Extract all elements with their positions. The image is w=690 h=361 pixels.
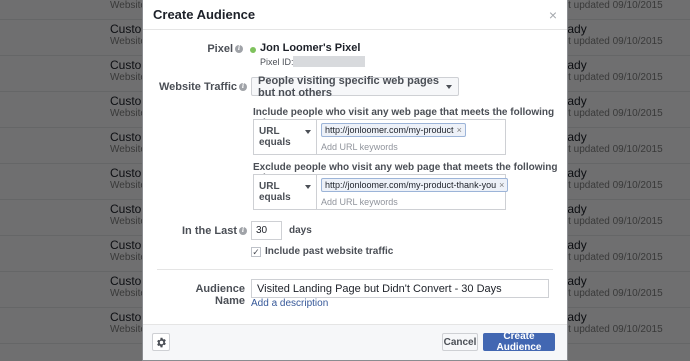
create-audience-button[interactable]: Create Audience	[483, 331, 555, 353]
exclude-url-token-label: http://jonloomer.com/my-product-thank-yo…	[325, 180, 497, 190]
remove-token-icon[interactable]: ×	[457, 125, 462, 135]
pixel-name: Jon Loomer's Pixel	[260, 42, 361, 54]
chevron-down-icon	[305, 185, 311, 189]
website-traffic-label-row: Website Traffic i	[153, 81, 247, 93]
include-past-traffic-checkbox[interactable]: ✓	[251, 247, 261, 257]
dialog-footer: Cancel Create Audience	[143, 324, 567, 360]
pixel-status-dot	[250, 47, 256, 53]
in-the-last-label: In the Last	[181, 225, 237, 237]
section-divider	[157, 269, 553, 270]
dialog-header: Create Audience ×	[143, 0, 567, 30]
gear-icon	[156, 337, 166, 347]
close-icon[interactable]: ×	[549, 8, 557, 22]
exclude-url-keywords-input[interactable]	[321, 195, 501, 208]
in-the-last-label-row: In the Last i	[163, 225, 247, 237]
include-rule-type-dropdown[interactable]: URL equals	[254, 120, 317, 154]
exclude-rule-type-dropdown[interactable]: URL equals	[254, 175, 317, 209]
create-audience-dialog: Create Audience × Pixel i Jon Loomer's Pi…	[142, 0, 568, 361]
pixel-label-row: Pixel i	[183, 43, 243, 55]
days-input[interactable]	[251, 221, 282, 240]
website-traffic-dropdown[interactable]: People visiting specific web pages but n…	[251, 74, 459, 99]
include-rule-type-label: URL equals	[259, 126, 291, 148]
audience-name-label: Audience Name	[195, 283, 245, 307]
chevron-down-icon	[305, 130, 311, 134]
pixel-id-redacted	[293, 56, 365, 67]
info-icon[interactable]: i	[239, 83, 247, 92]
website-traffic-label: Website Traffic	[158, 81, 237, 93]
settings-button[interactable]	[152, 333, 170, 351]
exclude-rule-type-label: URL equals	[259, 181, 291, 203]
add-description-link[interactable]: Add a description	[251, 298, 328, 309]
website-traffic-selected: People visiting specific web pages but n…	[258, 74, 439, 99]
exclude-url-token: http://jonloomer.com/my-product-thank-yo…	[321, 178, 509, 192]
exclude-rule-box: URL equals http://jonloomer.com/my-produ…	[253, 174, 509, 210]
pixel-label: Pixel	[207, 43, 233, 55]
info-icon[interactable]: i	[235, 45, 243, 54]
include-url-token: http://jonloomer.com/my-product ×	[321, 123, 466, 137]
include-past-traffic-label: Include past website traffic	[265, 246, 394, 257]
remove-token-icon[interactable]: ×	[499, 180, 504, 190]
include-rule-box: URL equals http://jonloomer.com/my-produ…	[253, 119, 506, 155]
pixel-id-label: Pixel ID:	[260, 57, 294, 67]
days-unit-label: days	[289, 225, 312, 236]
chevron-down-icon	[446, 84, 452, 89]
audience-name-input[interactable]	[251, 279, 549, 298]
dialog-title: Create Audience	[153, 7, 256, 22]
include-url-token-label: http://jonloomer.com/my-product	[325, 125, 454, 135]
info-icon[interactable]: i	[239, 227, 247, 236]
include-url-keywords-input[interactable]	[321, 140, 501, 153]
cancel-button[interactable]: Cancel	[442, 333, 478, 351]
